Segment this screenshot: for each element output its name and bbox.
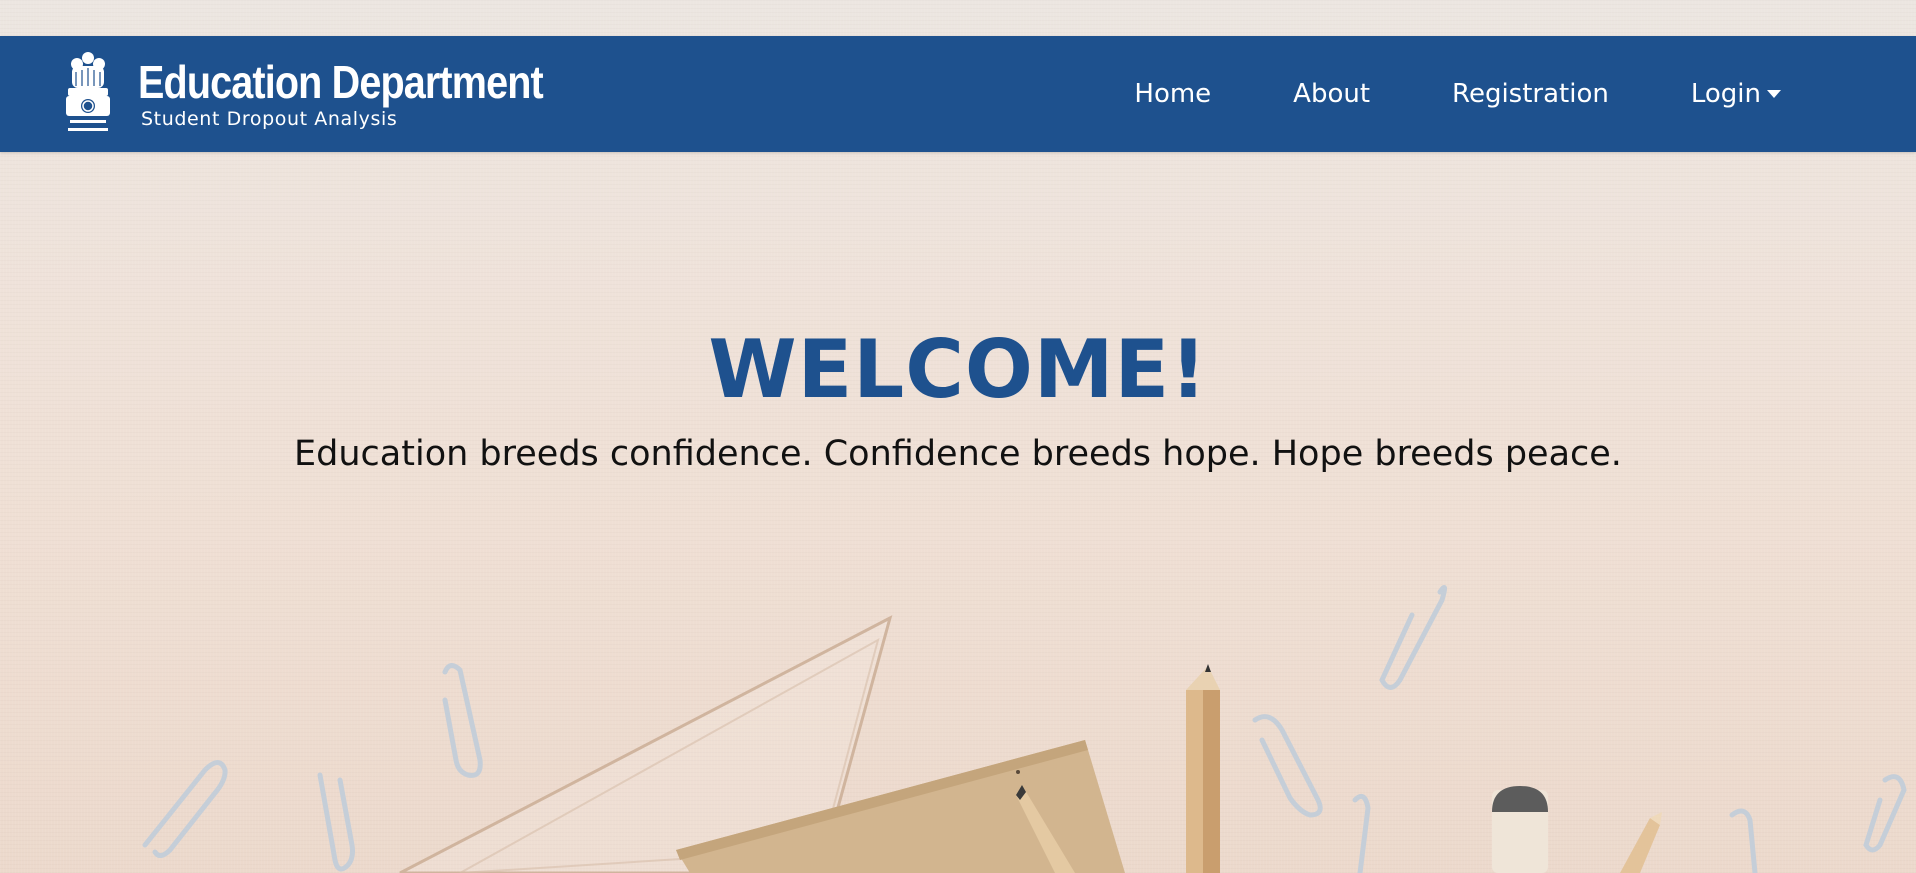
paperclip-icon — [1729, 808, 1758, 873]
nav-about-label: About — [1293, 79, 1371, 109]
pencil-icon — [1620, 812, 1662, 873]
paperclip-icon — [317, 772, 355, 872]
nav-login-dropdown[interactable]: Login — [1691, 79, 1781, 109]
national-emblem-icon — [66, 52, 110, 131]
hero-quote: Education breeds confidence. Confidence … — [294, 434, 1622, 474]
nav-home-label: Home — [1134, 79, 1212, 109]
brand-title: Education Department — [138, 56, 544, 108]
top-navbar: Education Department Student Dropout Ana… — [0, 36, 1916, 152]
nav-menu: Home About Registration Login — [1052, 36, 1781, 152]
welcome-heading: WELCOME! — [708, 323, 1208, 416]
hero-section: WELCOME! Education breeds confidence. Co… — [0, 320, 1916, 476]
paperclip-icon — [1379, 585, 1448, 690]
nav-login-label: Login — [1690, 79, 1761, 109]
paperclip-icon — [1863, 774, 1907, 853]
notebook-icon — [676, 740, 1125, 873]
paperclip-icon — [142, 760, 228, 858]
paperclip-icon — [1252, 714, 1323, 818]
brand-text: Education Department Student Dropout Ana… — [138, 58, 609, 130]
caret-down-icon — [1767, 90, 1781, 98]
nav-registration-label: Registration — [1452, 79, 1609, 109]
nav-about[interactable]: About — [1293, 79, 1370, 109]
pencil-icon — [1016, 785, 1075, 873]
nav-home[interactable]: Home — [1134, 79, 1211, 109]
triangle-ruler-icon — [399, 615, 893, 873]
eraser-icon — [1492, 786, 1548, 873]
paperclip-icon — [1352, 793, 1371, 873]
brand[interactable]: Education Department Student Dropout Ana… — [62, 48, 609, 140]
nav-registration[interactable]: Registration — [1452, 79, 1609, 109]
paperclip-icon — [442, 663, 483, 778]
brand-subtitle: Student Dropout Analysis — [141, 108, 398, 130]
paper-clips — [142, 585, 1907, 873]
pencil-icon — [1186, 664, 1220, 873]
